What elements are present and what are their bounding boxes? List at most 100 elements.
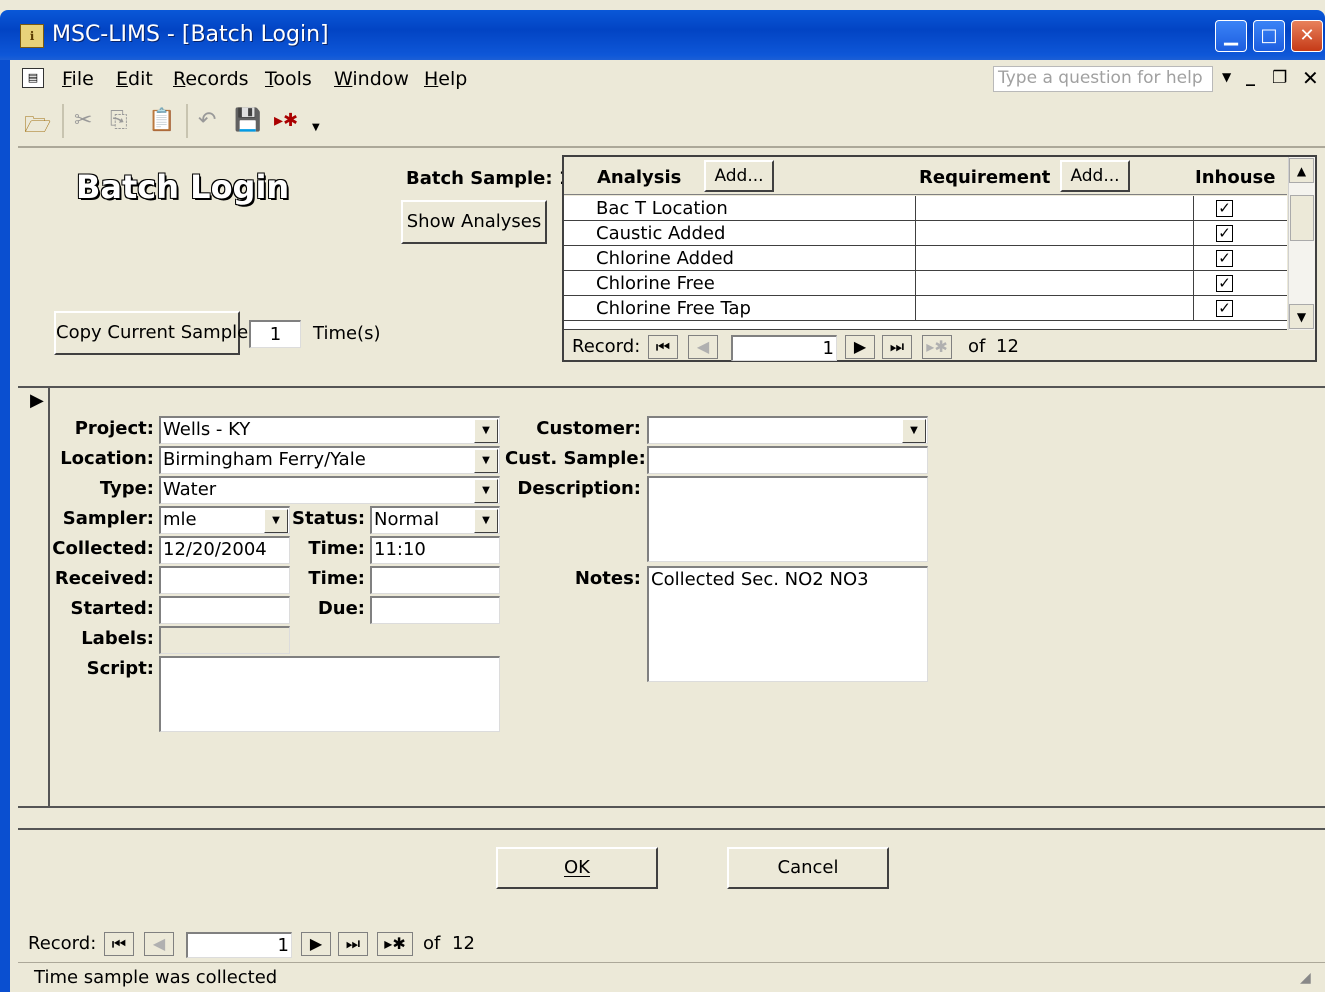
close-button[interactable]: ✕ [1291, 20, 1323, 52]
table-row[interactable]: Chlorine Added ✓ [564, 246, 1287, 271]
mdi-close-icon[interactable]: ✕ [1302, 66, 1319, 90]
open-folder-icon[interactable]: 🗁 [24, 108, 51, 146]
chevron-down-icon[interactable]: ▼ [474, 449, 498, 473]
page-title: Batch Login [76, 168, 290, 206]
prev-record-button[interactable]: ◀ [688, 335, 718, 359]
copy-icon[interactable]: ⎘ [110, 108, 128, 133]
copy-current-sample-button[interactable]: Copy Current Sample [54, 311, 248, 355]
received-date-input[interactable] [159, 566, 290, 594]
collected-time-input[interactable]: 11:10 [370, 536, 500, 564]
project-combo[interactable]: Wells - KY ▼ [159, 416, 500, 444]
last-record-button[interactable]: ⏭ [882, 335, 912, 359]
ok-button[interactable]: OK [496, 847, 658, 889]
collected-date-input[interactable]: 12/20/2004 [159, 536, 290, 564]
chevron-down-icon[interactable]: ▼ [474, 479, 498, 503]
resize-grip-icon[interactable]: ◢ [1300, 970, 1320, 990]
status-label: Status: [292, 508, 366, 529]
menu-records[interactable]: Records [173, 68, 249, 90]
requirement-cell[interactable] [916, 196, 1194, 221]
maximize-button[interactable]: □ [1253, 20, 1285, 52]
mdi-minimize-icon[interactable]: _ [1246, 66, 1255, 87]
inhouse-checkbox[interactable]: ✓ [1216, 300, 1233, 317]
next-record-button[interactable]: ▶ [301, 932, 331, 956]
subform-record-number-input[interactable]: 1 [731, 335, 837, 361]
collected-label: Collected: [52, 538, 154, 559]
status-value: Normal [374, 509, 440, 530]
menu-help[interactable]: Help [424, 68, 467, 90]
started-date-input[interactable] [159, 596, 290, 624]
requirement-cell[interactable] [916, 246, 1194, 271]
first-record-button[interactable]: ⏮ [648, 335, 678, 359]
scroll-up-icon[interactable]: ▲ [1289, 158, 1314, 183]
chevron-down-icon[interactable]: ▼ [264, 509, 288, 533]
type-value: Water [163, 479, 217, 500]
table-row[interactable]: Chlorine Free ✓ [564, 271, 1287, 296]
save-record-icon[interactable]: 💾 [234, 108, 261, 133]
next-record-button[interactable]: ▶ [845, 335, 875, 359]
msaccess-icon[interactable]: ℹ [20, 24, 44, 48]
menu-tools[interactable]: Tools [265, 68, 312, 90]
inhouse-checkbox[interactable]: ✓ [1216, 225, 1233, 242]
minimize-button[interactable]: ▁ [1215, 20, 1247, 52]
description-textarea[interactable] [647, 476, 928, 562]
chevron-down-icon[interactable]: ▼ [474, 509, 498, 533]
customer-combo[interactable]: ▼ [647, 416, 928, 444]
last-record-button[interactable]: ⏭ [338, 932, 368, 956]
mdi-restore-icon[interactable]: ❐ [1272, 68, 1287, 88]
inhouse-checkbox[interactable]: ✓ [1216, 275, 1233, 292]
menu-window[interactable]: Window [334, 68, 409, 90]
scroll-thumb[interactable] [1290, 195, 1314, 241]
form-icon[interactable]: ▤ [22, 68, 44, 88]
status-combo[interactable]: Normal ▼ [370, 506, 500, 534]
script-textarea[interactable] [159, 656, 500, 732]
notes-label: Notes: [574, 568, 641, 589]
menu-file[interactable]: File [62, 68, 94, 90]
new-record-button[interactable]: ▸✱ [922, 335, 952, 359]
new-record-button[interactable]: ▸✱ [377, 932, 413, 956]
inhouse-checkbox[interactable]: ✓ [1216, 250, 1233, 267]
chevron-down-icon[interactable]: ▼ [902, 419, 926, 443]
record-number-input[interactable]: 1 [186, 932, 292, 958]
chevron-down-icon[interactable]: ▼ [1222, 70, 1231, 84]
requirement-cell[interactable] [916, 221, 1194, 246]
table-row[interactable]: Chlorine Free Tap ✓ [564, 296, 1287, 321]
inhouse-checkbox[interactable]: ✓ [1216, 200, 1233, 217]
prev-record-button[interactable]: ◀ [144, 932, 174, 956]
first-record-button[interactable]: ⏮ [104, 932, 134, 956]
cancel-button[interactable]: Cancel [727, 847, 889, 889]
analysis-cell[interactable]: Bac T Location [594, 196, 916, 221]
chevron-down-icon[interactable]: ▼ [474, 419, 498, 443]
received-time-input[interactable] [370, 566, 500, 594]
table-row[interactable]: Caustic Added ✓ [564, 221, 1287, 246]
new-record-icon[interactable]: ▸✱ [274, 110, 298, 131]
show-analyses-button[interactable]: Show Analyses [401, 200, 547, 244]
undo-icon[interactable]: ↶ [198, 108, 216, 133]
notes-textarea[interactable]: Collected Sec. NO2 NO3 [647, 566, 928, 682]
requirement-cell[interactable] [916, 271, 1194, 296]
copy-times-label: Time(s) [313, 323, 381, 344]
toolbar-options-icon[interactable]: ▼ [312, 122, 320, 133]
record-label: Record: [28, 933, 97, 954]
scroll-down-icon[interactable]: ▼ [1289, 304, 1314, 329]
paste-icon[interactable]: 📋 [148, 108, 175, 133]
requirement-cell[interactable] [916, 296, 1194, 321]
analysis-cell[interactable]: Caustic Added [594, 221, 916, 246]
table-row[interactable] [564, 321, 1287, 330]
copy-times-input[interactable]: 1 [249, 320, 301, 348]
due-date-input[interactable] [370, 596, 500, 624]
analysis-cell[interactable]: Chlorine Added [594, 246, 916, 271]
analysis-cell[interactable]: Chlorine Free [594, 271, 916, 296]
add-analysis-button[interactable]: Add... [704, 160, 774, 192]
analysis-cell[interactable]: Chlorine Free Tap [594, 296, 916, 321]
cut-icon[interactable]: ✂ [74, 108, 92, 133]
cust-sample-input[interactable] [647, 446, 928, 474]
labels-field[interactable] [159, 626, 290, 654]
table-row[interactable]: Bac T Location ✓ [564, 196, 1287, 221]
menu-edit[interactable]: Edit [116, 68, 153, 90]
location-combo[interactable]: Birmingham Ferry/Yale ▼ [159, 446, 500, 474]
type-combo[interactable]: Water ▼ [159, 476, 500, 504]
help-search-input[interactable]: Type a question for help [993, 66, 1213, 92]
sampler-combo[interactable]: mle ▼ [159, 506, 290, 534]
window-title: MSC-LIMS - [Batch Login] [52, 22, 329, 47]
add-requirement-button[interactable]: Add... [1060, 160, 1130, 192]
